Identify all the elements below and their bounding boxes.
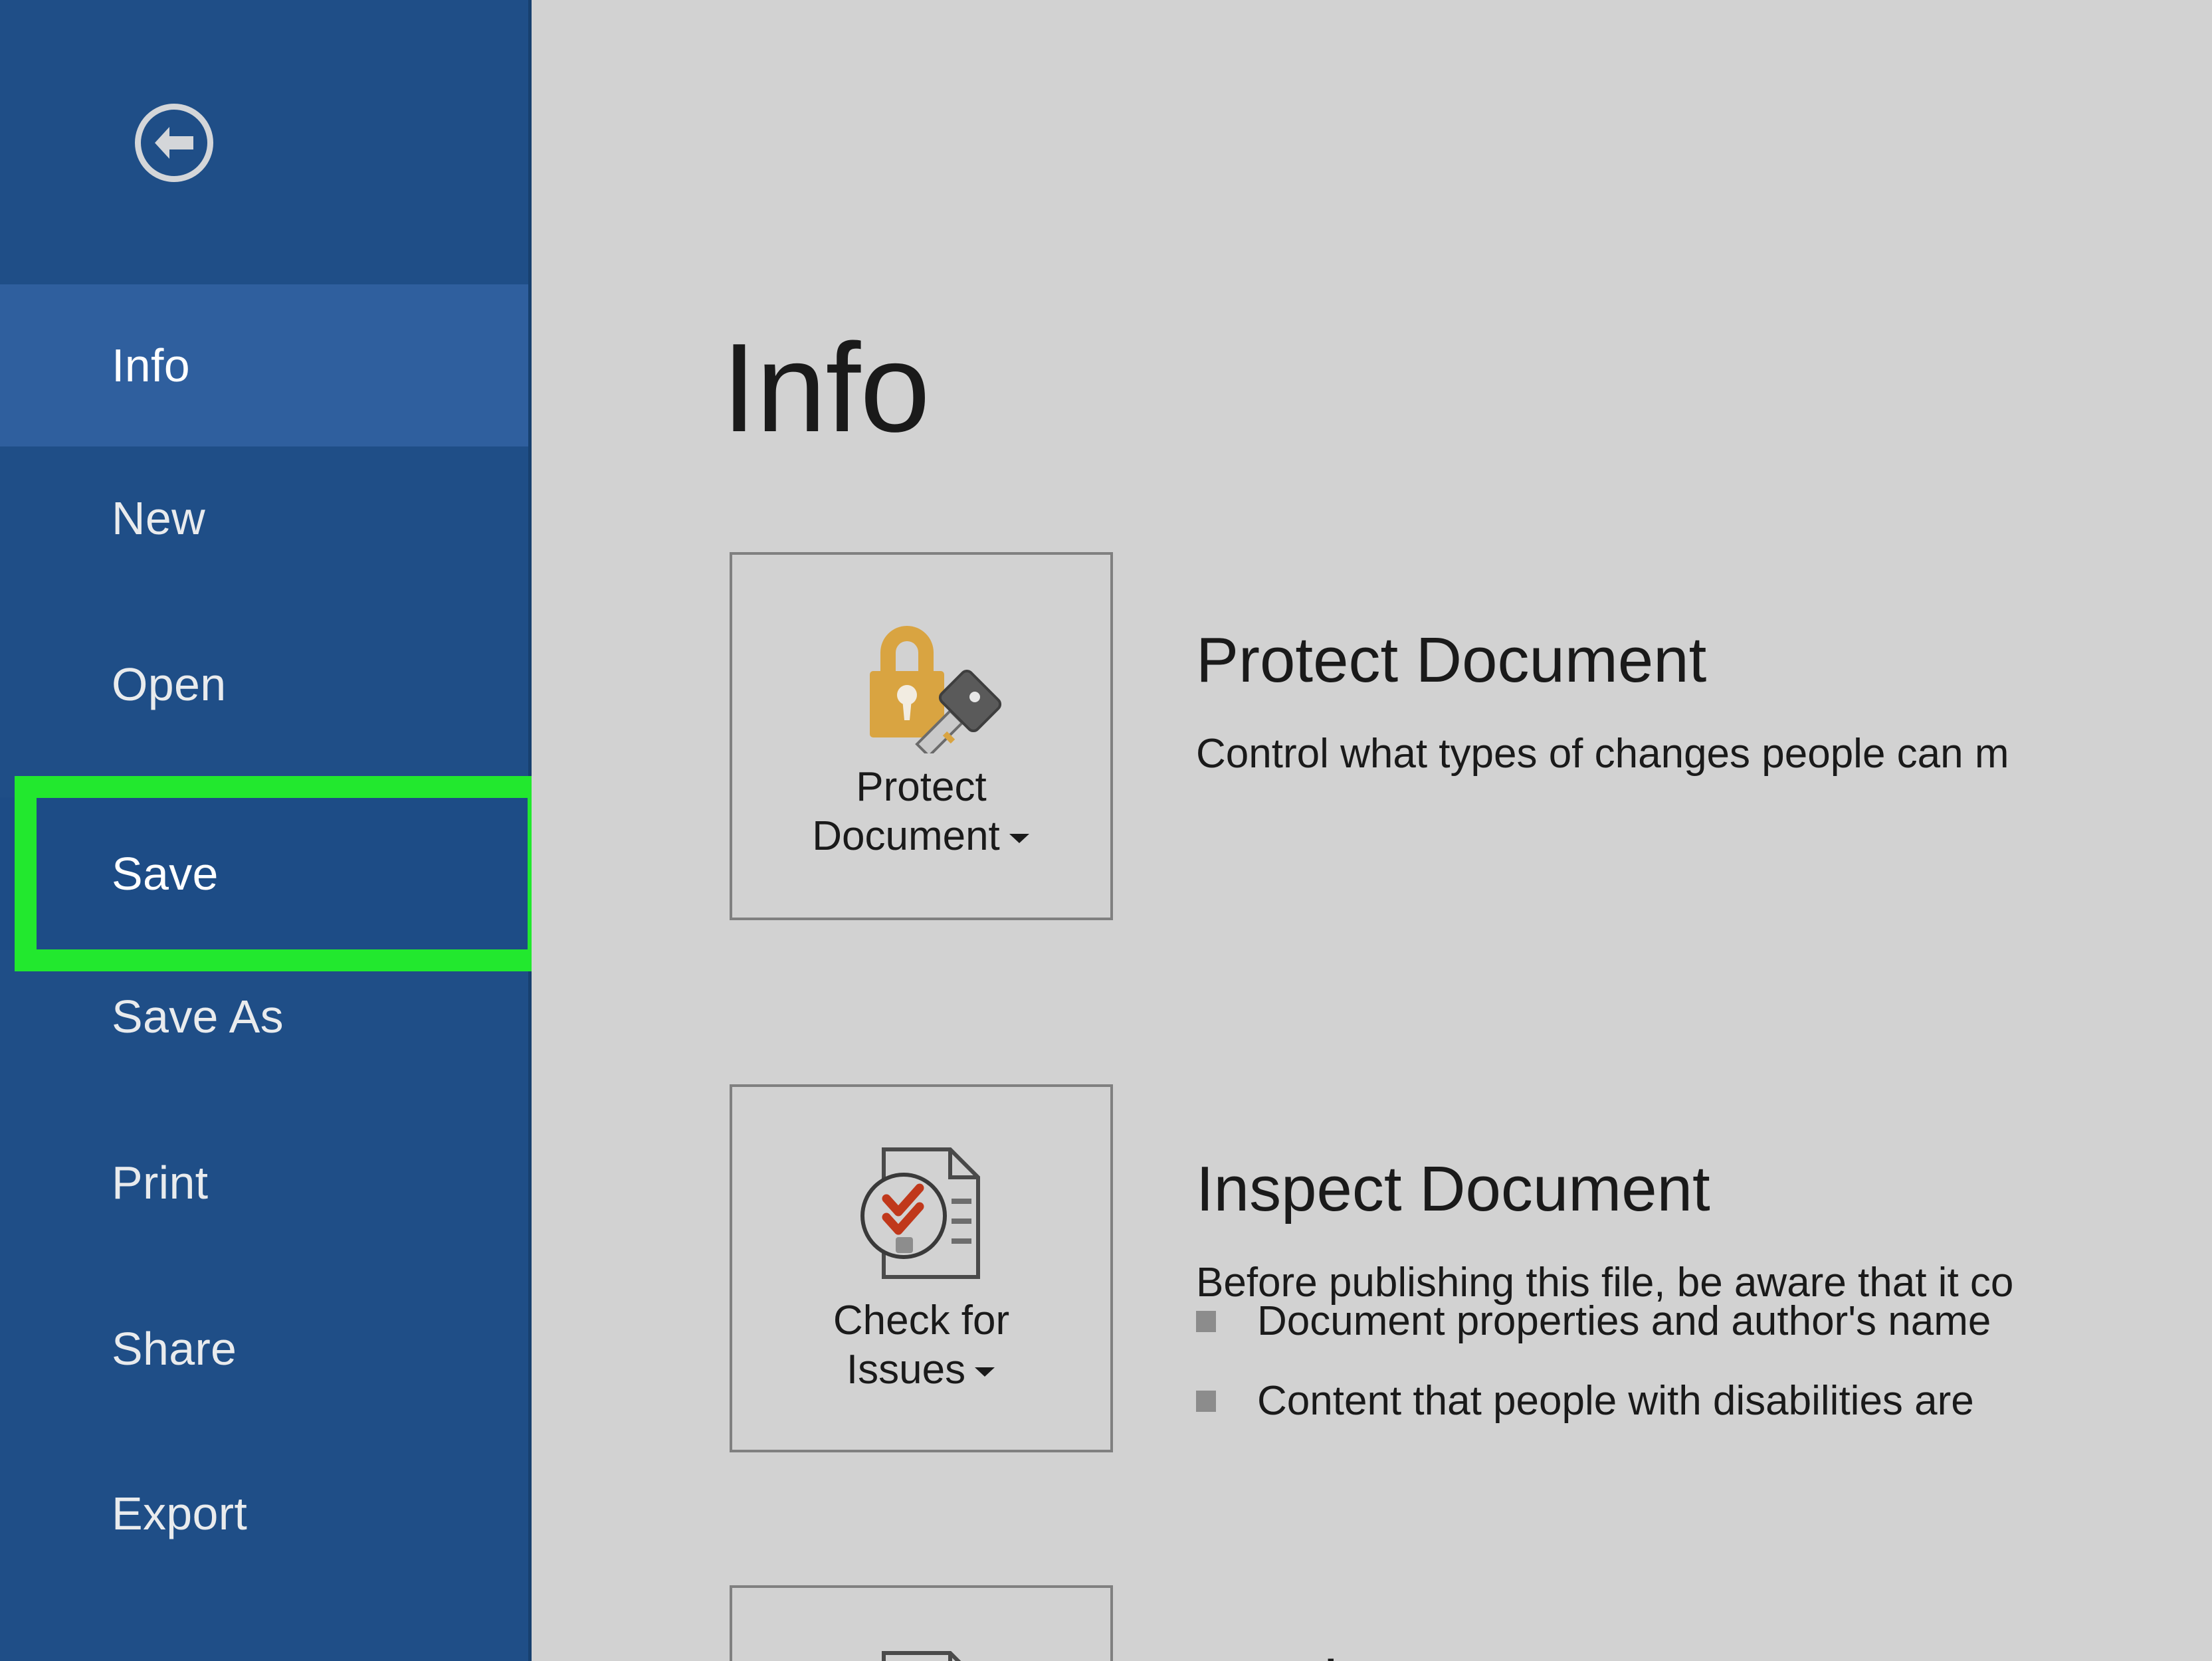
sidebar-item-label: Print — [112, 1157, 209, 1209]
sidebar-item-save[interactable]: Save — [0, 797, 532, 950]
backstage-view: Info New Open Save Save As Print Share E… — [0, 0, 2212, 1661]
chevron-down-icon — [973, 1343, 996, 1388]
page-title: Info — [722, 318, 930, 459]
sidebar-item-label: Open — [112, 658, 227, 710]
inspect-bullet-item: Document properties and author's name — [1196, 1301, 1991, 1342]
inspect-bullet-label: Document properties and author's name — [1257, 1298, 1991, 1344]
back-button[interactable] — [100, 68, 249, 217]
tile-caption-line1: Check for — [833, 1298, 1010, 1344]
protect-document-button[interactable]: Protect Document — [730, 552, 1113, 920]
versions-heading: Versions — [1196, 1651, 1441, 1661]
protect-document-heading: Protect Document — [1196, 624, 1707, 696]
lock-and-key-icon — [839, 614, 1005, 753]
back-arrow-icon — [135, 104, 213, 182]
tile-caption-line2: Document — [812, 813, 1000, 859]
manage-versions-button[interactable] — [730, 1585, 1113, 1661]
sidebar-item-label: Save As — [112, 991, 284, 1042]
sidebar-item-label: Export — [112, 1488, 248, 1539]
inspect-document-description: Before publishing this file, be aware th… — [1196, 1260, 2014, 1306]
sidebar-item-share[interactable]: Share — [0, 1289, 532, 1409]
sidebar-item-new[interactable]: New — [0, 458, 532, 578]
info-pane: Info Protect Document Protect Document C… — [532, 0, 2212, 1661]
sidebar-item-label: Info — [112, 340, 190, 391]
chevron-down-icon — [1008, 810, 1031, 854]
protect-document-caption: Protect Document — [812, 765, 1031, 859]
inspect-bullet-label: Content that people with disabilities ar… — [1257, 1378, 1974, 1424]
check-for-issues-caption: Check for Issues — [833, 1298, 1010, 1393]
sidebar-item-save-as[interactable]: Save As — [0, 957, 532, 1076]
sidebar-item-label: Share — [112, 1323, 237, 1375]
sidebar-item-info[interactable]: Info — [0, 284, 532, 446]
sidebar-item-export[interactable]: Export — [0, 1454, 532, 1573]
sidebar-item-open[interactable]: Open — [0, 625, 532, 744]
protect-document-description: Control what types of changes people can… — [1196, 731, 2009, 777]
tile-caption-line2: Issues — [846, 1347, 966, 1393]
document-version-icon — [845, 1648, 998, 1661]
sidebar-item-print[interactable]: Print — [0, 1123, 532, 1242]
tile-caption-line1: Protect — [856, 763, 987, 810]
backstage-sidebar: Info New Open Save Save As Print Share E… — [0, 0, 532, 1661]
bullet-square-icon — [1196, 1391, 1216, 1412]
sidebar-item-label: New — [112, 492, 205, 544]
check-for-issues-button[interactable]: Check for Issues — [730, 1084, 1113, 1452]
sidebar-item-label: Save — [112, 848, 219, 900]
document-inspect-icon — [845, 1144, 998, 1287]
inspect-document-heading: Inspect Document — [1196, 1153, 1710, 1224]
bullet-square-icon — [1196, 1311, 1216, 1332]
inspect-bullet-item: Content that people with disabilities ar… — [1196, 1381, 1974, 1422]
